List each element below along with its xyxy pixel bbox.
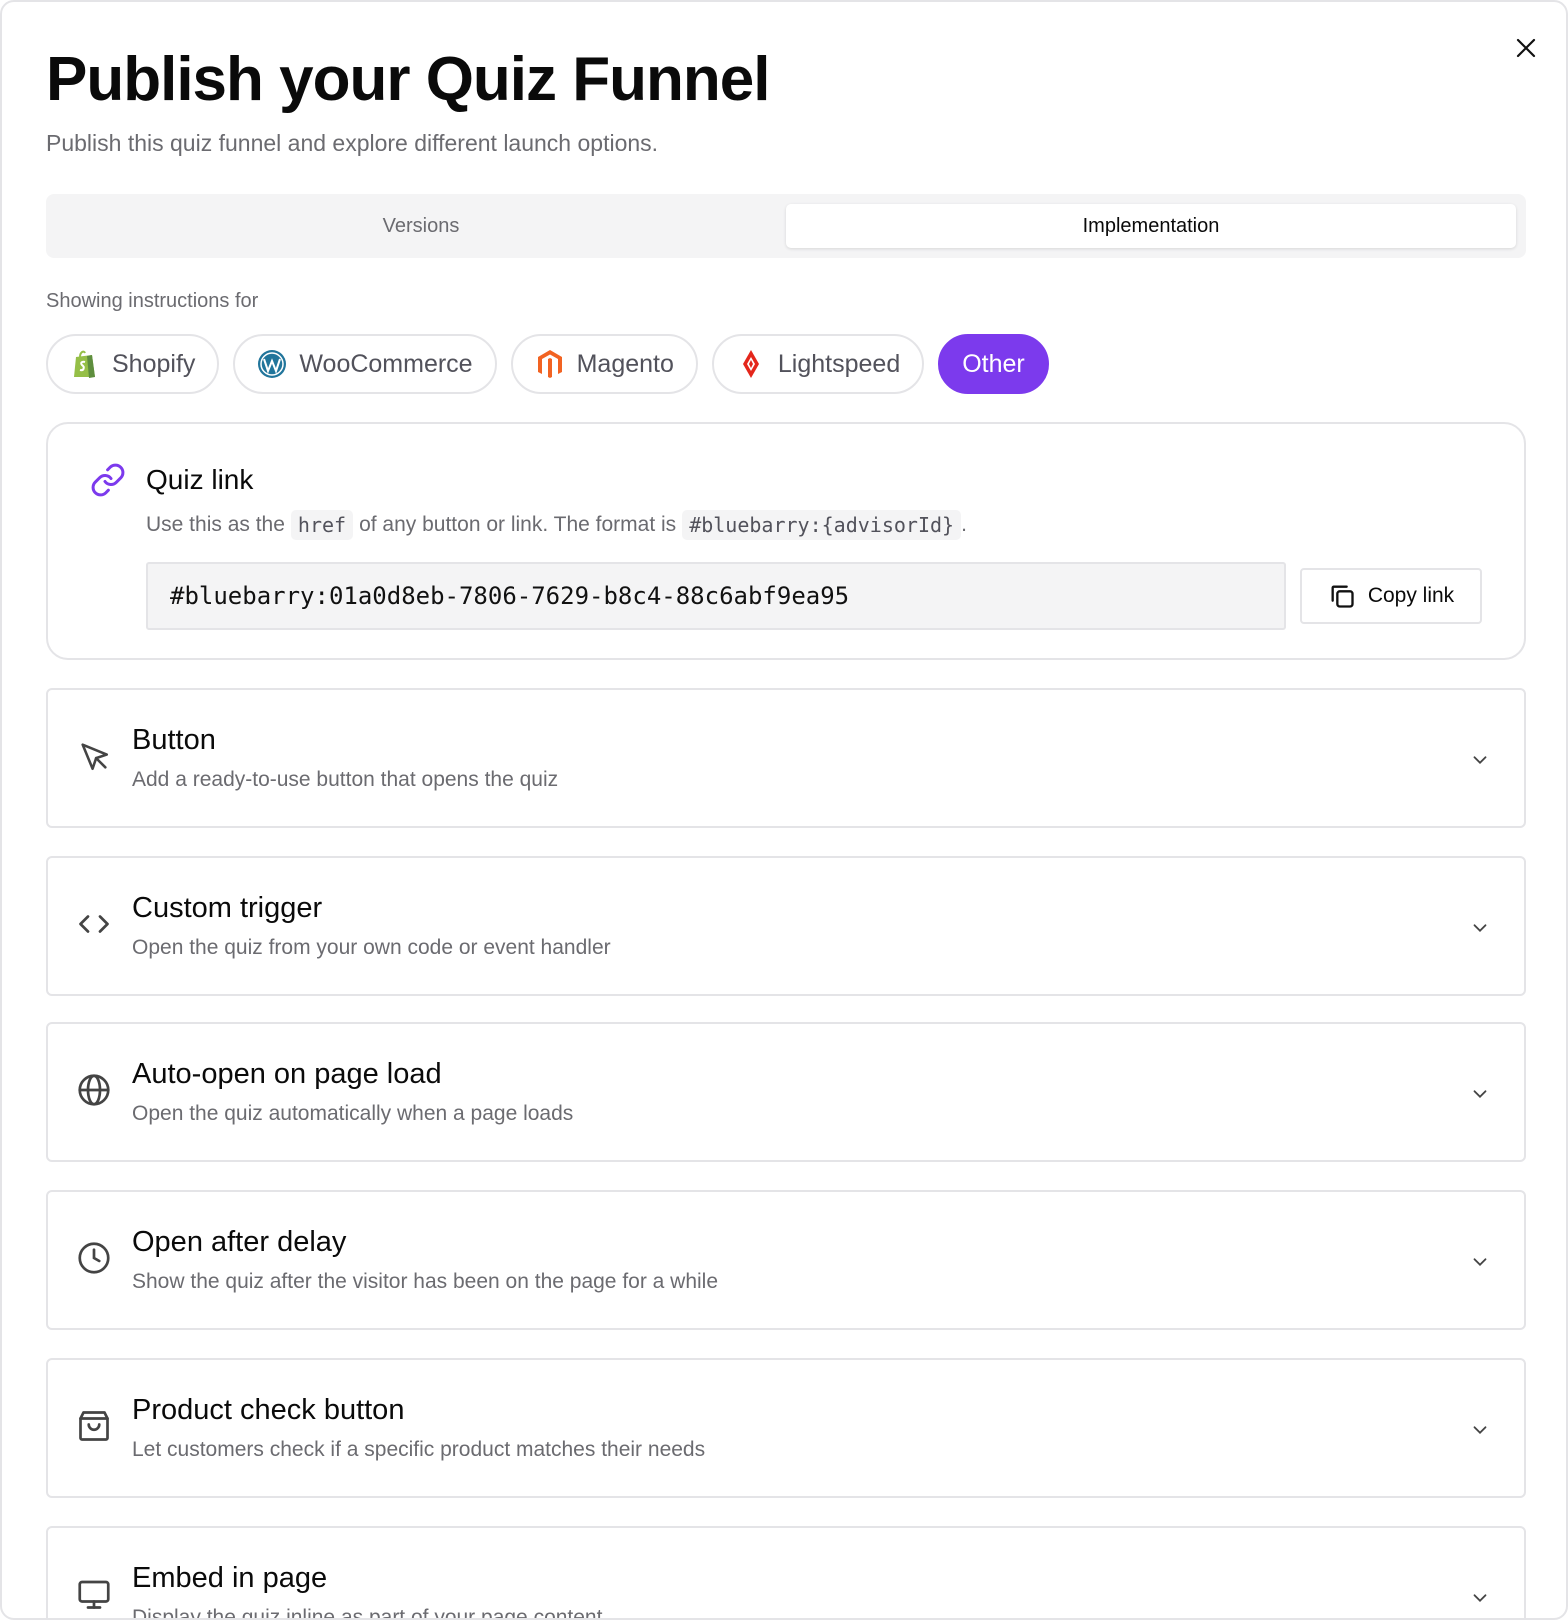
option-custom-trigger[interactable]: Custom trigger Open the quiz from your o… [46, 856, 1526, 996]
option-description: Add a ready-to-use button that opens the… [132, 768, 559, 791]
option-description: Open the quiz from your own code or even… [132, 936, 611, 959]
option-product-check[interactable]: Product check button Let customers check… [46, 1358, 1526, 1498]
platform-lightspeed[interactable]: Lightspeed [711, 334, 925, 394]
quiz-link-field[interactable]: #bluebarry:01a0d8eb-7806-7629-b8c4-88c6a… [146, 562, 1286, 630]
option-description: Open the quiz automatically when a page … [132, 1102, 574, 1125]
platform-woocommerce[interactable]: WooCommerce [233, 334, 497, 394]
cursor-icon [74, 736, 114, 776]
chevron-down-icon[interactable] [1466, 1080, 1494, 1108]
option-title: Embed in page [132, 1562, 328, 1594]
copy-link-button[interactable]: Copy link [1300, 568, 1482, 624]
option-description: Display the quiz inline as part of your … [132, 1606, 603, 1620]
quiz-link-desc-prefix: Use this as the [146, 513, 285, 536]
platform-lightspeed-label: Lightspeed [777, 349, 901, 378]
lightspeed-icon [736, 349, 766, 379]
publish-dialog: Publish your Quiz Funnel Publish this qu… [0, 0, 1568, 1620]
option-title: Product check button [132, 1394, 405, 1426]
tab-implementation[interactable]: Implementation [786, 204, 1516, 248]
wordpress-icon [257, 349, 287, 379]
platform-shopify-label: Shopify [112, 349, 196, 378]
platform-magento-label: Magento [576, 349, 674, 378]
shopify-icon [70, 349, 100, 379]
platform-selector: Shopify WooCommerce Magento Lightspeed O… [46, 334, 1049, 394]
platform-other-label: Other [962, 349, 1025, 378]
dialog-title: Publish your Quiz Funnel [46, 45, 770, 114]
close-icon [1516, 38, 1536, 58]
tab-versions[interactable]: Versions [56, 204, 786, 248]
dialog-subtitle: Publish this quiz funnel and explore dif… [46, 130, 659, 156]
quiz-link-description: Use this as the href of any button or li… [146, 510, 967, 540]
chevron-down-icon[interactable] [1466, 914, 1494, 942]
platform-magento[interactable]: Magento [510, 334, 698, 394]
option-embed-in-page[interactable]: Embed in page Display the quiz inline as… [46, 1526, 1526, 1620]
platform-shopify[interactable]: Shopify [46, 334, 220, 394]
option-description: Let customers check if a specific produc… [132, 1438, 706, 1461]
quiz-link-card: Quiz link Use this as the href of any bu… [46, 422, 1526, 660]
link-icon [90, 462, 126, 503]
platform-woocommerce-label: WooCommerce [299, 349, 473, 378]
option-open-after-delay[interactable]: Open after delay Show the quiz after the… [46, 1190, 1526, 1330]
quiz-link-desc-suffix: . [961, 513, 967, 536]
magento-icon [535, 349, 565, 379]
href-code: href [290, 510, 354, 540]
quiz-link-title: Quiz link [146, 464, 254, 495]
option-title: Custom trigger [132, 892, 323, 924]
option-auto-open[interactable]: Auto-open on page load Open the quiz aut… [46, 1022, 1526, 1162]
tab-bar: Versions Implementation [46, 194, 1526, 258]
option-title: Open after delay [132, 1226, 347, 1258]
shopping-bag-icon [74, 1406, 114, 1446]
chevron-down-icon[interactable] [1466, 746, 1494, 774]
code-icon [74, 904, 114, 944]
chevron-down-icon[interactable] [1466, 1416, 1494, 1444]
platform-other[interactable]: Other [938, 334, 1049, 394]
quiz-link-desc-middle: of any button or link. The format is [359, 513, 677, 536]
option-button[interactable]: Button Add a ready-to-use button that op… [46, 688, 1526, 828]
option-description: Show the quiz after the visitor has been… [132, 1270, 719, 1293]
chevron-down-icon[interactable] [1466, 1584, 1494, 1612]
close-button[interactable] [1508, 30, 1544, 66]
copy-link-label: Copy link [1367, 584, 1455, 607]
option-title: Auto-open on page load [132, 1058, 442, 1090]
chevron-down-icon[interactable] [1466, 1248, 1494, 1276]
clock-icon [74, 1238, 114, 1278]
globe-icon [74, 1070, 114, 1110]
platform-label: Showing instructions for [46, 290, 259, 312]
monitor-icon [74, 1574, 114, 1614]
format-code: #bluebarry:{advisorId} [682, 510, 962, 540]
option-title: Button [132, 724, 216, 756]
copy-icon [1331, 585, 1354, 608]
